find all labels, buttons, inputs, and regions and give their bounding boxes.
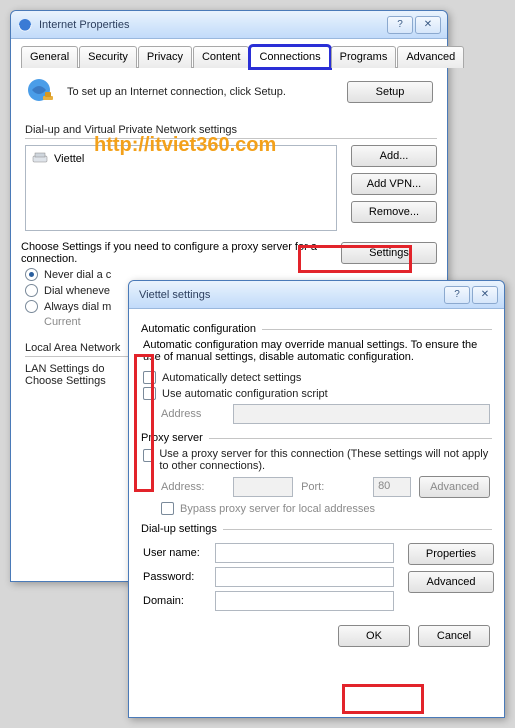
radio-label: Never dial a c <box>44 269 111 281</box>
checkbox-icon <box>161 502 174 515</box>
password-label: Password: <box>143 571 207 583</box>
list-item-label: Viettel <box>54 153 84 165</box>
checkbox-label: Use automatic configuration script <box>162 388 328 400</box>
properties-button[interactable]: Properties <box>408 543 494 565</box>
viettel-settings-window: Viettel settings ? ✕ Automatic configura… <box>128 280 505 718</box>
close-button[interactable]: ✕ <box>472 286 498 304</box>
ok-button[interactable]: OK <box>338 625 410 647</box>
modem-icon <box>32 151 48 166</box>
checkbox-use-proxy[interactable]: Use a proxy server for this connection (… <box>143 448 490 472</box>
close-button[interactable]: ✕ <box>415 16 441 34</box>
checkbox-auto-detect[interactable]: Automatically detect settings <box>143 371 490 384</box>
proxy-address-label: Address: <box>161 481 225 493</box>
checkbox-icon <box>143 371 156 384</box>
password-input[interactable] <box>215 567 394 587</box>
checkbox-icon <box>143 449 153 462</box>
checkbox-label: Bypass proxy server for local addresses <box>180 503 375 515</box>
proxy-port-label: Port: <box>301 481 365 493</box>
settings-button[interactable]: Settings <box>341 242 437 264</box>
checkbox-label: Use a proxy server for this connection (… <box>159 448 490 472</box>
help-button[interactable]: ? <box>387 16 413 34</box>
titlebar[interactable]: Internet Properties ? ✕ <box>11 11 447 39</box>
add-button[interactable]: Add... <box>351 145 437 167</box>
checkbox-auto-script[interactable]: Use automatic configuration script <box>143 387 490 400</box>
username-input[interactable] <box>215 543 394 563</box>
dialup-group-label: Dial-up and Virtual Private Network sett… <box>25 124 437 136</box>
list-item[interactable]: Viettel <box>30 150 332 167</box>
auto-config-label: Automatic configuration <box>141 323 256 335</box>
tab-advanced[interactable]: Advanced <box>397 46 464 68</box>
app-icon <box>17 17 33 33</box>
dialup-settings-label: Dial-up settings <box>141 523 217 535</box>
titlebar[interactable]: Viettel settings ? ✕ <box>129 281 504 309</box>
tab-content[interactable]: Content <box>193 46 250 68</box>
help-button[interactable]: ? <box>444 286 470 304</box>
setup-button[interactable]: Setup <box>347 81 433 103</box>
tab-strip: General Security Privacy Content Connect… <box>21 45 437 68</box>
tab-connections[interactable]: Connections <box>250 46 329 68</box>
connection-listbox[interactable]: Viettel <box>25 145 337 231</box>
proxy-label: Proxy server <box>141 432 203 444</box>
dialup-advanced-button[interactable]: Advanced <box>408 571 494 593</box>
cancel-button[interactable]: Cancel <box>418 625 490 647</box>
domain-label: Domain: <box>143 595 207 607</box>
checkbox-label: Automatically detect settings <box>162 372 301 384</box>
radio-icon <box>25 284 38 297</box>
radio-label: Always dial m <box>44 301 111 313</box>
globe-icon <box>25 76 57 108</box>
script-address-input <box>233 404 490 424</box>
auto-config-text: Automatic configuration may override man… <box>143 339 490 363</box>
tab-security[interactable]: Security <box>79 46 137 68</box>
proxy-advanced-button: Advanced <box>419 476 490 498</box>
setup-text: To set up an Internet connection, click … <box>67 86 337 98</box>
radio-icon <box>25 268 38 281</box>
proxy-port-input: 80 <box>373 477 411 497</box>
window-title: Internet Properties <box>39 19 385 31</box>
proxy-address-input <box>233 477 293 497</box>
choose-text: Choose Settings if you need to configure… <box>21 241 331 265</box>
tab-programs[interactable]: Programs <box>331 46 397 68</box>
script-address-label: Address <box>161 408 225 420</box>
tab-privacy[interactable]: Privacy <box>138 46 192 68</box>
tab-general[interactable]: General <box>21 46 78 68</box>
domain-input[interactable] <box>215 591 394 611</box>
radio-label: Dial wheneve <box>44 285 110 297</box>
username-label: User name: <box>143 547 207 559</box>
radio-icon <box>25 300 38 313</box>
add-vpn-button[interactable]: Add VPN... <box>351 173 437 195</box>
remove-button[interactable]: Remove... <box>351 201 437 223</box>
checkbox-bypass-local: Bypass proxy server for local addresses <box>161 502 490 515</box>
checkbox-icon <box>143 387 156 400</box>
window-title: Viettel settings <box>139 289 442 301</box>
